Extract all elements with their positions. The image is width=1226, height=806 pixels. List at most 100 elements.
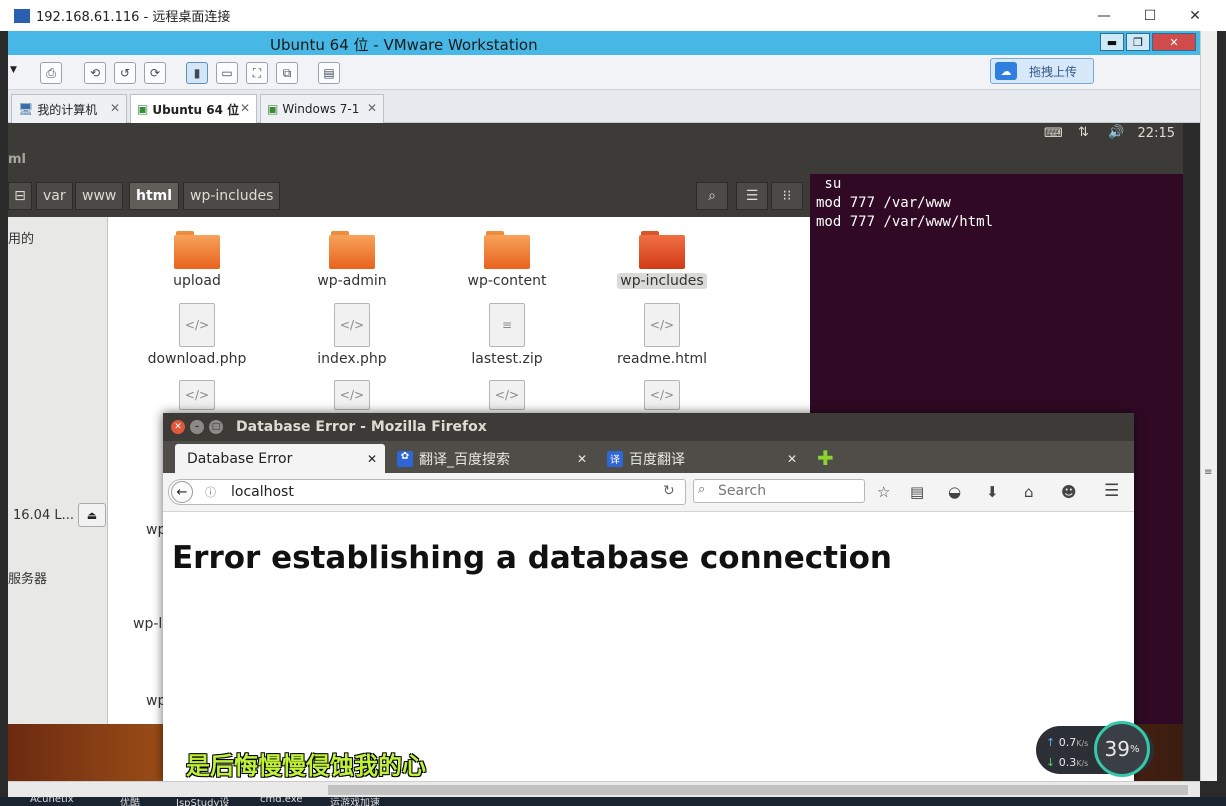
tab-label: 翻译_百度搜索 (419, 451, 510, 468)
tab-my-computer[interactable]: 🖥 我的计算机 ✕ (11, 94, 127, 123)
revert-snapshot-icon[interactable]: ↺ (114, 62, 136, 84)
back-button-icon[interactable]: ← (171, 481, 193, 503)
terminal-title-bar (810, 146, 1183, 174)
sidebar-item-recent[interactable]: 用的 (8, 228, 34, 247)
file-item[interactable]: </> index.php (292, 303, 412, 367)
horizontal-scrollbar[interactable] (8, 781, 1200, 797)
file-item[interactable]: wp-content (447, 231, 567, 289)
minimize-icon[interactable]: – (190, 420, 204, 434)
file-item[interactable]: upload (137, 231, 257, 289)
tab-ubuntu[interactable]: ▣ Ubuntu 64 位 ✕ (130, 94, 257, 123)
snapshot-icon[interactable]: ⟲ (84, 62, 106, 84)
taskbar-item[interactable]: cmd.exe (260, 797, 303, 805)
tab-baidu-translate[interactable]: 译 百度翻译 ✕ (599, 444, 805, 473)
firefox-window: ✕ – □ Database Error - Mozilla Firefox D… (163, 413, 1134, 783)
tab-database-error[interactable]: Database Error ✕ (175, 444, 385, 473)
breadcrumb-var[interactable]: var (36, 182, 73, 210)
volume-icon[interactable]: 🔊 (1108, 125, 1124, 140)
home-icon[interactable]: ⌂ (1024, 483, 1034, 501)
list-view-icon[interactable]: ☰ (736, 182, 768, 210)
menu-icon[interactable]: ☰ (1104, 481, 1119, 501)
file-item[interactable]: </> readme.html (602, 303, 722, 367)
scroll-grip-icon[interactable]: ≡ (1204, 467, 1212, 478)
grid-view-icon[interactable]: ⁝⁝ (771, 182, 803, 210)
rdp-maximize-button[interactable]: ☐ (1127, 0, 1173, 31)
code-file-icon[interactable]: </> (334, 380, 370, 414)
vmware-title-bar: Ubuntu 64 位 - VMware Workstation ▬ ❐ ✕ (8, 31, 1200, 55)
panel-clock[interactable]: 22:15 (1138, 126, 1175, 141)
vmware-toolbar: ▼ ⎙ ⟲ ↺ ⟳ ▮ ▭ ⛶ ⧉ ▤ ☁ 拖拽上传 (8, 55, 1200, 90)
breadcrumb-www[interactable]: www (75, 182, 124, 210)
new-tab-icon[interactable]: ✚ (817, 446, 834, 470)
close-tab-icon[interactable]: ✕ (577, 452, 587, 466)
close-tab-icon[interactable]: ✕ (110, 101, 120, 115)
taskbar-item[interactable]: Acunetix (30, 797, 74, 805)
sidebar-item-servers[interactable]: 服务器 (8, 568, 47, 587)
vmware-window-title: Ubuntu 64 位 - VMware Workstation (270, 36, 538, 54)
vmware-close-button[interactable]: ✕ (1152, 33, 1196, 51)
close-tab-icon[interactable]: ✕ (240, 101, 250, 115)
dropdown-arrow-icon[interactable]: ▼ (10, 65, 17, 75)
unity-icon[interactable]: ⧉ (276, 62, 298, 84)
snapshot-manager-icon[interactable]: ⟳ (144, 62, 166, 84)
tab-label: Database Error (187, 450, 293, 467)
file-item[interactable]: ≡ lastest.zip (447, 303, 567, 367)
info-icon[interactable]: ⓘ (205, 484, 216, 500)
keyboard-icon[interactable]: ⌨ (1044, 126, 1063, 141)
search-icon[interactable]: ⌕ (696, 182, 728, 210)
pocket-icon[interactable]: ◒ (948, 483, 961, 501)
breadcrumb-wp-includes[interactable]: wp-includes (183, 182, 281, 210)
cloud-upload-icon: ☁ (995, 62, 1017, 80)
file-name-partial[interactable]: wp-l (133, 616, 162, 632)
network-monitor-widget[interactable]: ↑ 0.7K/s ↓ 0.3K/s 39% (1036, 721, 1154, 777)
eject-icon[interactable]: ⏏ (78, 503, 106, 527)
firefox-page-content: Error establishing a database connection (163, 512, 1134, 783)
taskbar-item[interactable]: 运游戏加速 (330, 797, 380, 806)
close-tab-icon[interactable]: ✕ (367, 101, 377, 115)
vmware-minimize-button[interactable]: ▬ (1100, 33, 1124, 51)
bookmark-star-icon[interactable]: ☆ (877, 483, 890, 501)
terminal-line: su (816, 176, 842, 192)
vmware-restore-button[interactable]: ❐ (1126, 33, 1150, 51)
drag-upload-button[interactable]: ☁ 拖拽上传 (990, 58, 1094, 84)
console-view-icon[interactable]: ▭ (216, 62, 238, 84)
file-name: upload (173, 273, 221, 289)
maximize-icon[interactable]: □ (209, 420, 223, 434)
network-icon[interactable]: ⇅ (1078, 125, 1089, 140)
fullscreen-icon[interactable]: ⛶ (246, 62, 268, 84)
library-view-icon[interactable]: ▤ (318, 62, 340, 84)
tab-label: 百度翻译 (629, 451, 685, 468)
close-tab-icon[interactable]: ✕ (787, 452, 797, 466)
folder-icon (484, 231, 530, 269)
reading-list-icon[interactable]: ▤ (910, 483, 924, 501)
rdp-minimize-button[interactable]: — (1081, 0, 1127, 31)
code-file-icon[interactable]: </> (644, 380, 680, 414)
tab-baidu-search[interactable]: ✿ 翻译_百度搜索 ✕ (389, 444, 595, 473)
file-item[interactable]: wp-admin (292, 231, 412, 289)
rdp-close-button[interactable]: ✕ (1172, 0, 1218, 31)
breadcrumb-html[interactable]: html (129, 182, 180, 210)
file-item-selected[interactable]: wp-includes (602, 231, 722, 289)
close-icon[interactable]: ✕ (171, 420, 185, 434)
tab-windows7[interactable]: ▣ Windows 7-1 ✕ (260, 94, 384, 123)
file-item[interactable]: </> download.php (137, 303, 257, 367)
sidebar-toggle-icon[interactable]: ▮ (186, 62, 208, 84)
taskbar-item[interactable]: JspStudy设 (176, 797, 229, 806)
chat-icon[interactable]: ☻ (1061, 483, 1077, 501)
code-file-icon[interactable]: </> (179, 380, 215, 414)
sidebar-item-disk[interactable]: 16.04 L... (13, 508, 74, 523)
location-toggle-icon[interactable]: ⊟ (8, 182, 32, 210)
video-subtitle: 是后悔慢慢侵蚀我的心 (186, 752, 426, 780)
vertical-scrollbar[interactable]: ≡ (1200, 31, 1217, 781)
send-keys-icon[interactable]: ⎙ (40, 62, 62, 84)
taskbar-item[interactable]: 优酷 (120, 797, 140, 806)
url-bar[interactable]: ← ⓘ localhost ↻ (168, 479, 686, 505)
reload-icon[interactable]: ↻ (663, 483, 675, 499)
url-text: localhost (231, 484, 294, 500)
tab-label: Windows 7-1 (282, 102, 360, 116)
scrollbar-thumb[interactable] (328, 785, 1188, 795)
code-file-icon[interactable]: </> (489, 380, 525, 414)
search-input[interactable]: ⌕ Search (693, 479, 865, 503)
close-tab-icon[interactable]: ✕ (367, 452, 377, 466)
download-icon[interactable]: ⬇ (986, 483, 999, 501)
